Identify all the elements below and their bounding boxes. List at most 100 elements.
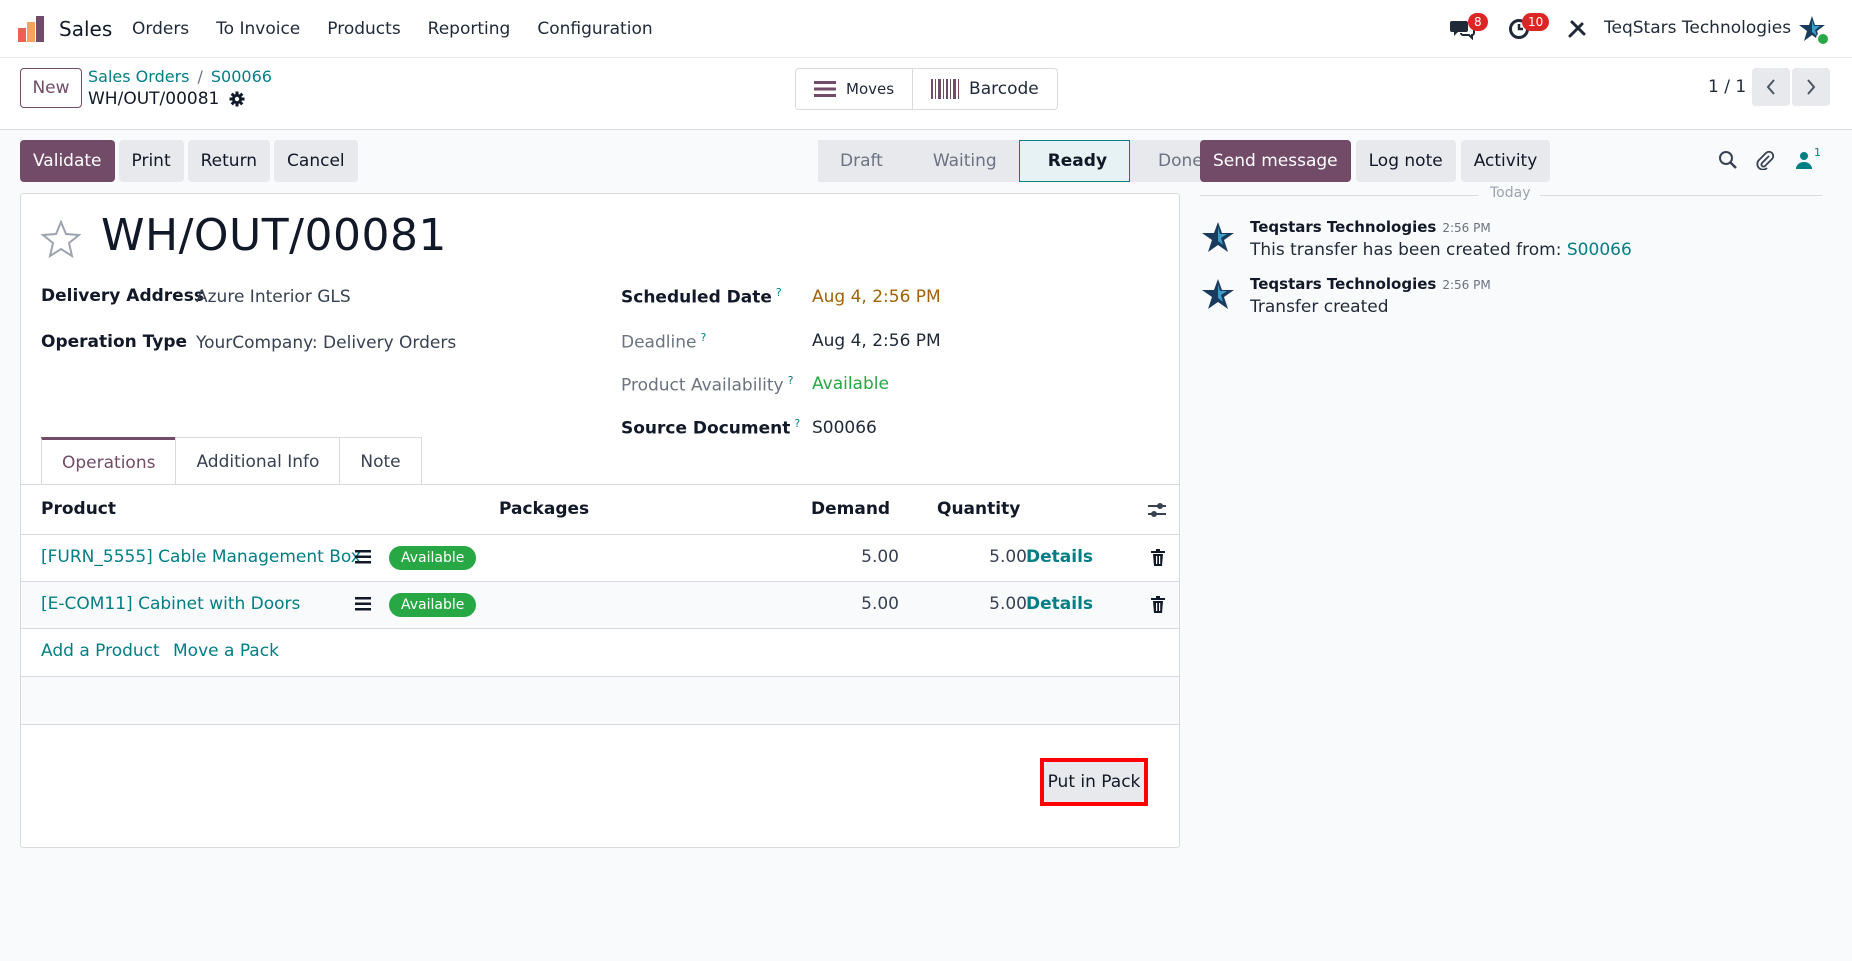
help-icon[interactable]: ? [700, 331, 706, 344]
stage-waiting[interactable]: Waiting [904, 140, 1019, 182]
help-icon[interactable]: ? [794, 417, 800, 430]
deadline-value[interactable]: Aug 4, 2:56 PM [812, 331, 941, 351]
row-details-button[interactable]: Details [1026, 594, 1093, 614]
status-badge: Available [389, 593, 477, 617]
sales-app-icon[interactable] [18, 16, 46, 42]
pager-next-button[interactable] [1792, 68, 1830, 106]
barcode-button[interactable]: Barcode [912, 69, 1057, 109]
breadcrumb-sales-orders[interactable]: Sales Orders [88, 67, 189, 86]
form-action-buttons: Validate Print Return Cancel [20, 140, 358, 182]
paperclip-icon[interactable] [1755, 150, 1775, 170]
row-details-button[interactable]: Details [1026, 547, 1093, 567]
menu-configuration[interactable]: Configuration [537, 19, 652, 39]
menu-products[interactable]: Products [327, 19, 400, 39]
validate-button[interactable]: Validate [20, 140, 115, 182]
record-title: WH/OUT/00081 [101, 210, 447, 261]
header-product[interactable]: Product [41, 499, 116, 519]
author-avatar[interactable] [1200, 277, 1236, 313]
message-body: Transfer created [1250, 297, 1389, 317]
scheduled-date-label: Scheduled Date? [621, 286, 782, 308]
table-footer [21, 677, 1179, 725]
source-order-link[interactable]: S00066 [1567, 240, 1632, 260]
user-avatar[interactable] [1798, 14, 1830, 46]
activities-badge: 10 [1522, 13, 1550, 31]
today-label: Today [1490, 185, 1531, 201]
breadcrumb: Sales Orders / S00066 [88, 67, 272, 86]
cancel-button[interactable]: Cancel [274, 140, 358, 182]
tab-additional-info[interactable]: Additional Info [175, 437, 341, 485]
chatter-actions: Send message Log note Activity [1200, 140, 1551, 182]
row-demand: 5.00 [861, 547, 899, 567]
table-row[interactable]: [E-COM11] Cabinet with Doors Available 5… [21, 582, 1179, 629]
row-quantity[interactable]: 5.00 [937, 594, 1027, 614]
company-name[interactable]: TeqStars Technologies [1604, 18, 1791, 38]
tools-icon[interactable] [1567, 19, 1587, 39]
message-author[interactable]: Teqstars Technologies 2:56 PM [1250, 275, 1491, 293]
form-sheet: WH/OUT/00081 Delivery Address Azure Inte… [20, 193, 1180, 848]
pager-previous-button[interactable] [1752, 68, 1790, 106]
stage-ready[interactable]: Ready [1018, 140, 1131, 182]
barcode-label: Barcode [969, 79, 1039, 99]
author-avatar[interactable] [1200, 220, 1236, 256]
row-quantity[interactable]: 5.00 [937, 547, 1027, 567]
list-icon[interactable] [355, 597, 371, 611]
new-button[interactable]: New [20, 68, 82, 108]
print-button[interactable]: Print [118, 140, 184, 182]
trash-icon[interactable] [1151, 596, 1165, 613]
moves-button[interactable]: Moves [796, 69, 912, 109]
send-message-button[interactable]: Send message [1200, 140, 1351, 182]
help-icon[interactable]: ? [776, 286, 782, 299]
log-note-button[interactable]: Log note [1355, 140, 1456, 182]
chatter-message: Teqstars Technologies 2:56 PM This transf… [1200, 218, 1820, 263]
current-record-name: WH/OUT/00081 [88, 89, 220, 109]
followers-count: 1 [1814, 146, 1821, 159]
deadline-label: Deadline? [621, 331, 707, 353]
message-author[interactable]: Teqstars Technologies 2:56 PM [1250, 218, 1491, 236]
product-availability-label: Product Availability? [621, 374, 794, 396]
tab-operations[interactable]: Operations [41, 437, 177, 485]
smart-buttons: Moves Barcode [795, 68, 1058, 110]
header-packages[interactable]: Packages [499, 499, 589, 519]
help-icon[interactable]: ? [788, 374, 794, 387]
product-availability-value: Available [812, 374, 889, 394]
breadcrumb-s00066[interactable]: S00066 [211, 67, 272, 86]
source-document-value[interactable]: S00066 [812, 418, 877, 438]
delivery-address-value[interactable]: Azure Interior GLS [196, 287, 351, 307]
search-icon[interactable] [1718, 150, 1738, 170]
messages-badge: 8 [1468, 13, 1488, 31]
highlight-box [1040, 758, 1148, 806]
chatter-message: Teqstars Technologies 2:56 PM Transfer cr… [1200, 275, 1820, 320]
scheduled-date-value[interactable]: Aug 4, 2:56 PM [812, 287, 941, 307]
activity-button[interactable]: Activity [1460, 140, 1551, 182]
list-icon[interactable] [355, 550, 371, 564]
star-icon[interactable] [41, 220, 81, 258]
menu-to-invoice[interactable]: To Invoice [216, 19, 300, 39]
date-separator: Today [1200, 185, 1822, 205]
stage-draft[interactable]: Draft [818, 140, 905, 182]
breadcrumb-current: WH/OUT/00081 [88, 89, 245, 109]
row-product-link[interactable]: [E-COM11] Cabinet with Doors [41, 594, 300, 614]
barcode-icon [931, 79, 960, 99]
add-line-row: Add a Product Move a Pack [21, 629, 1179, 677]
operation-type-value[interactable]: YourCompany: Delivery Orders [196, 333, 456, 353]
tab-note[interactable]: Note [339, 437, 422, 485]
gear-icon[interactable] [229, 91, 245, 107]
status-badge: Available [389, 546, 477, 570]
header-quantity[interactable]: Quantity [937, 499, 1020, 519]
row-product-link[interactable]: [FURN_5555] Cable Management Box [41, 547, 361, 567]
app-name[interactable]: Sales [59, 17, 112, 41]
menu-orders[interactable]: Orders [132, 19, 189, 39]
header-demand[interactable]: Demand [811, 499, 890, 519]
trash-icon[interactable] [1151, 549, 1165, 566]
delivery-address-label: Delivery Address [41, 286, 204, 306]
return-button[interactable]: Return [187, 140, 271, 182]
pager-value[interactable]: 1 / 1 [1708, 77, 1746, 97]
status-pipeline: Draft Waiting Ready Done [818, 140, 1225, 182]
source-document-label: Source Document? [621, 417, 801, 439]
followers-icon[interactable] [1795, 150, 1813, 170]
column-settings-icon[interactable] [1148, 502, 1166, 518]
menu-reporting[interactable]: Reporting [428, 19, 511, 39]
add-product-link[interactable]: Add a Product [41, 641, 160, 661]
move-pack-link[interactable]: Move a Pack [173, 641, 279, 661]
table-row[interactable]: [FURN_5555] Cable Management Box Availab… [21, 535, 1179, 582]
